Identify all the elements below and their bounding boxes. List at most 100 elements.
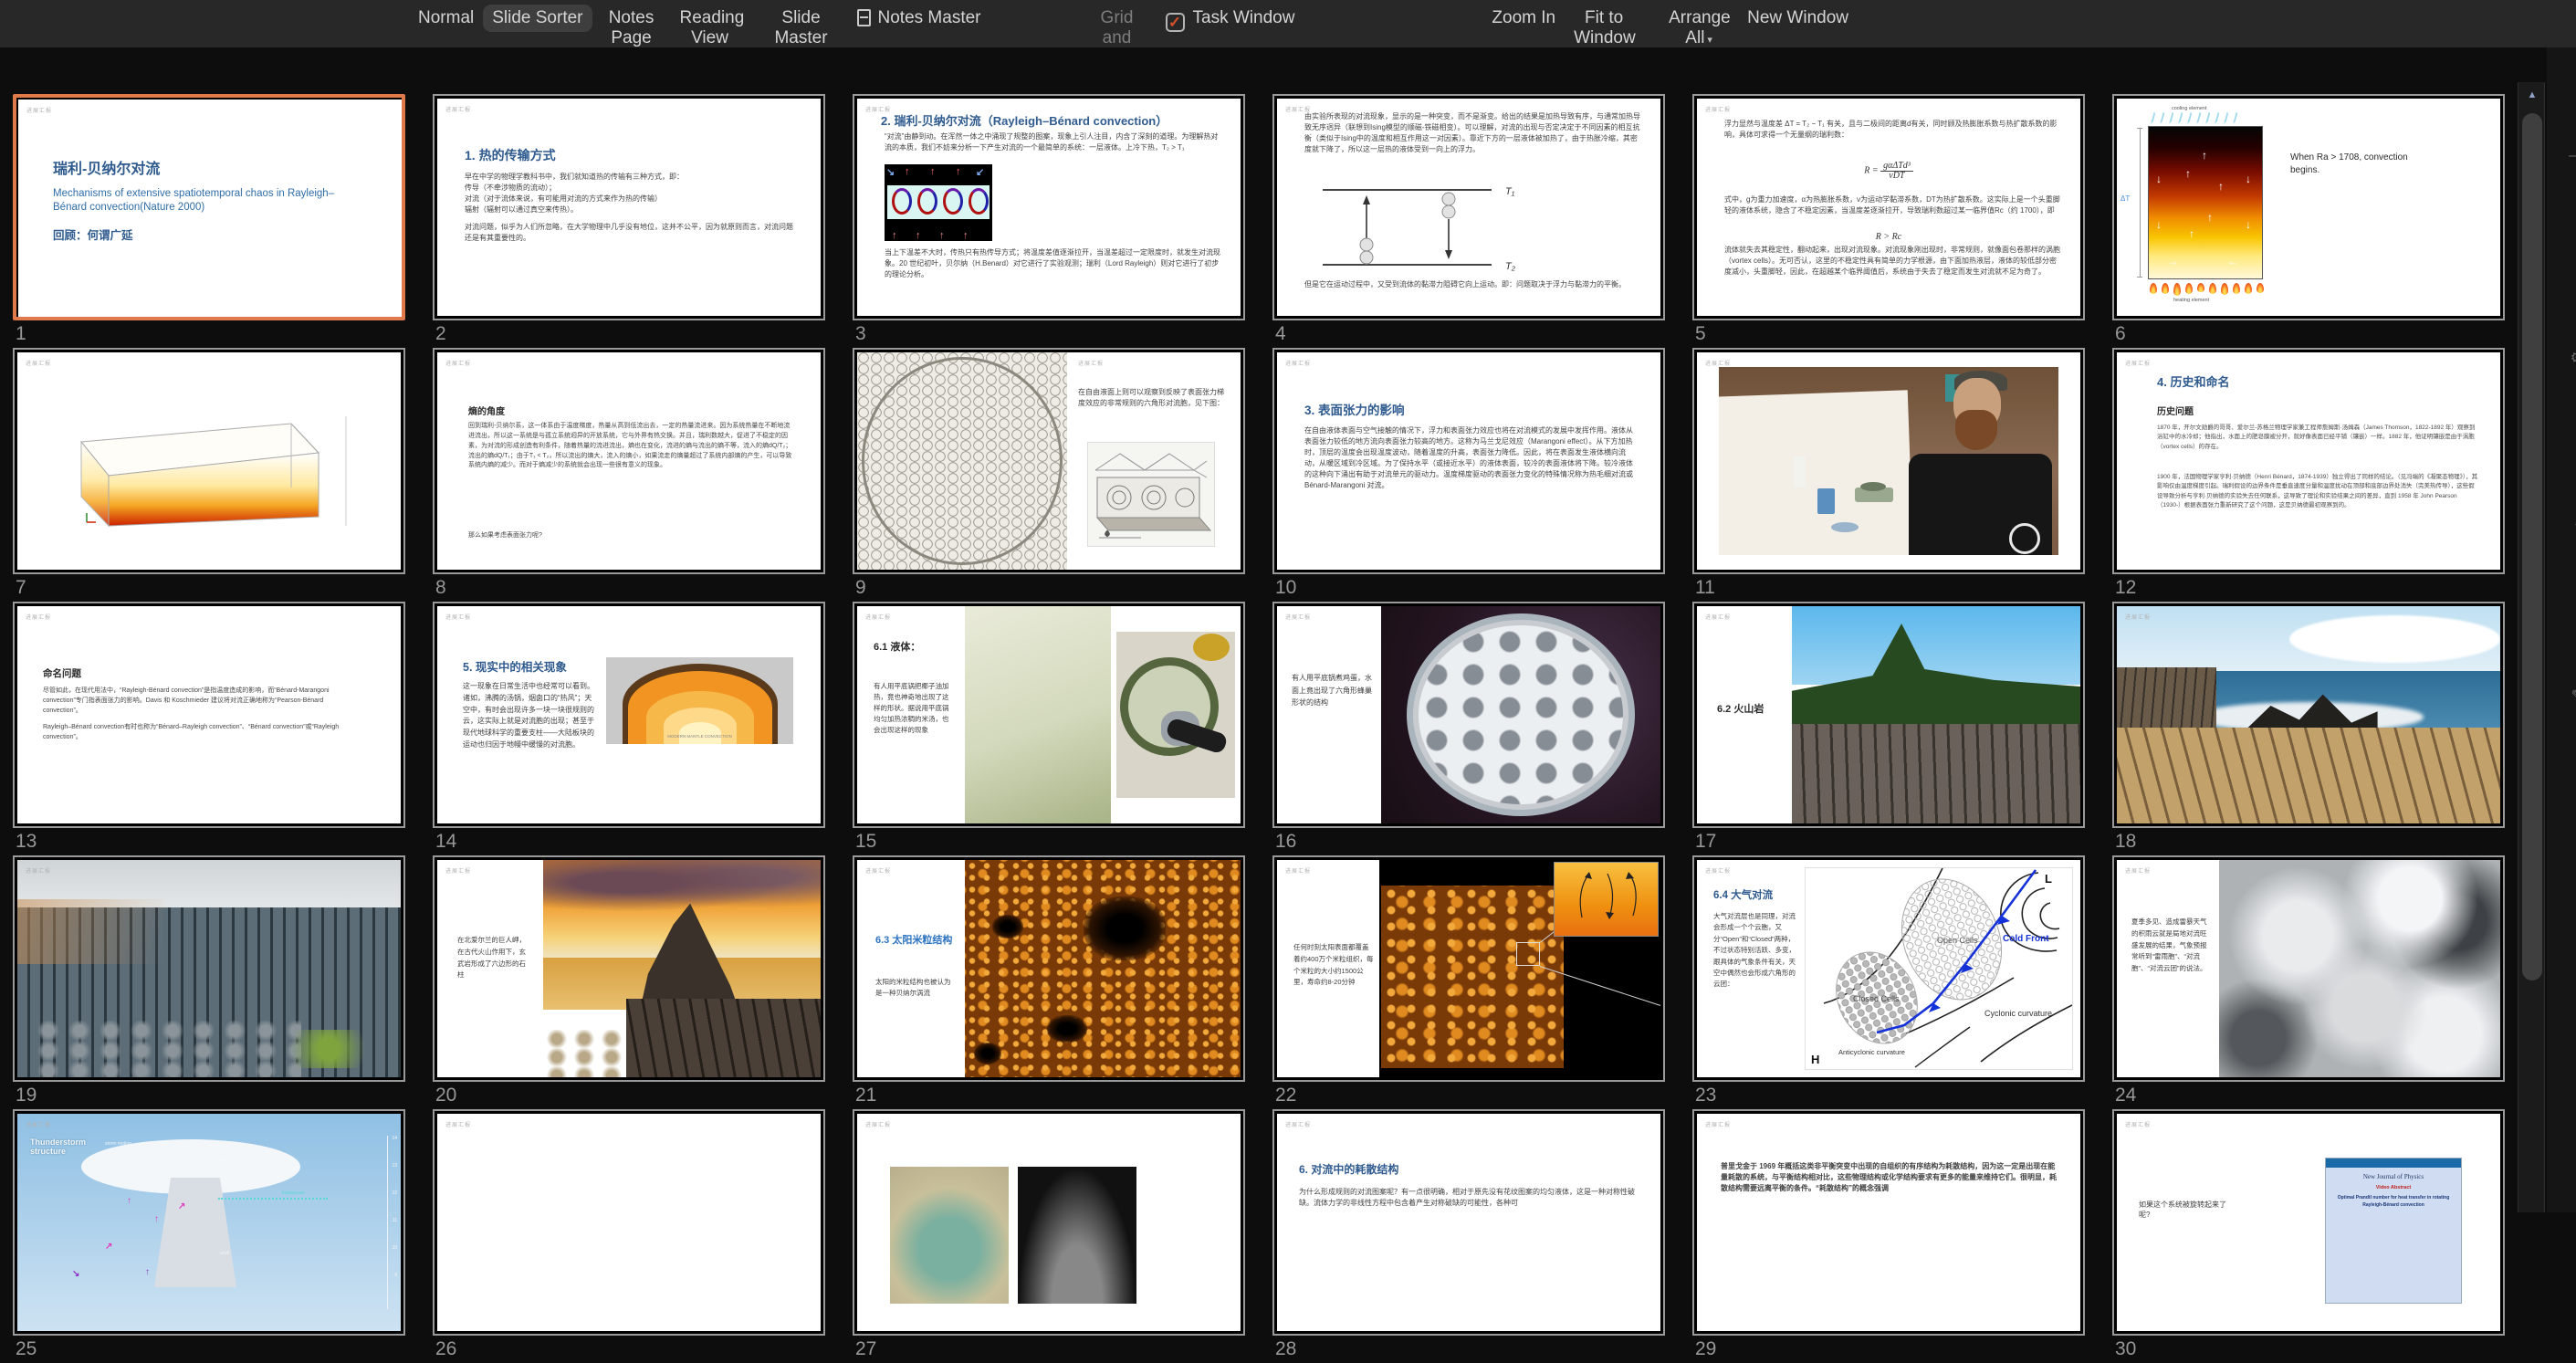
slide-thumbnail-8[interactable]: 进展汇报 熵的角度 回到瑞利-贝纳尔系，这一体系由于温度梯度，热量从高到低流出去… xyxy=(433,348,825,574)
slide-thumbnail-18[interactable]: 进展汇报 xyxy=(2112,602,2505,828)
tropopause-line xyxy=(218,1198,328,1200)
overshooting-top-label: overshooting top xyxy=(200,1154,234,1159)
slide-thumbnail-22[interactable]: 进展汇报 任何时刻太阳表面都覆盖着约400万个米粒组织，每个米粒的大小约1500… xyxy=(1272,855,1665,1082)
slide-cell-4: 进展汇报 由实验所表现的对流现象，显示的是一种突变，而不是渐变。给出的结果是加热… xyxy=(1272,94,1665,348)
notes-master-icon xyxy=(857,9,871,26)
arrange-all-label: Arrange All xyxy=(1669,8,1731,47)
svg-text:L: L xyxy=(2045,872,2052,886)
slide-number: 14 xyxy=(435,831,825,853)
slide-header: 进展汇报 xyxy=(1285,866,1311,875)
boiling-pot-photo xyxy=(1381,606,1660,823)
slide-thumbnail-10[interactable]: 进展汇报 3. 表面张力的影响 在自由液体表面与空气接触的情况下，浮力和表面张力… xyxy=(1272,348,1665,574)
slide-thumbnail-13[interactable]: 进展汇报 命名问题 尽管如此，在现代用法中，“Rayleigh-Bénard c… xyxy=(13,602,405,828)
slide-thumbnail-12[interactable]: 进展汇报 4. 历史和命名 历史问题 1870 年，开尔文勋爵的哥哥、爱尔兰-苏… xyxy=(2112,348,2505,574)
view-reading-view-button[interactable]: Reading View xyxy=(671,5,749,53)
slide-canvas: 进展汇报 6. 对流中的耗散结构 为什么形成规则的对流图案呢？有一点很明确，相对… xyxy=(1277,1114,1660,1331)
slide-thumbnail-9[interactable]: 进展汇报 在自由液面上则可以观察到反映了表面张力梯度效应的非常规则的六角形对流胞… xyxy=(853,348,1245,574)
slide-canvas: 进展汇报 xyxy=(17,860,401,1077)
sunspot xyxy=(1084,896,1166,960)
slide-number: 6 xyxy=(2115,323,2505,345)
title: 6. 对流中的耗散结构 xyxy=(1299,1161,1398,1177)
slide-thumbnail-28[interactable]: 进展汇报 6. 对流中的耗散结构 为什么形成规则的对流图案呢？有一点很明确，相对… xyxy=(1272,1109,1665,1336)
slide-number: 23 xyxy=(1695,1085,2085,1106)
slide-canvas: 进展汇报 1. 热的传输方式 早在中学的物理学教科书中，我们就知道热的传输有三种… xyxy=(437,99,821,316)
diagram-title: Thunderstorm structure xyxy=(30,1138,94,1156)
task-window-checkbox[interactable]: ✓ xyxy=(1166,13,1185,32)
slide-thumbnail-26[interactable]: 进展汇报 xyxy=(433,1109,825,1336)
up-arrow: ↑ xyxy=(963,230,969,241)
flow-arrow: ↓ xyxy=(2156,173,2162,185)
slide-thumbnail-24[interactable]: 进展汇报 夏季多见、造成雷暴天气的积雨云就是局地对流旺盛发展的结果，气象预报常听… xyxy=(2112,855,2505,1082)
slide-thumbnail-25[interactable]: 进展汇报 Thunderstorm structure storm motion… xyxy=(13,1109,405,1336)
vertical-scrollbar[interactable]: ▲ xyxy=(2518,82,2545,1212)
view-notes-page-button[interactable]: Notes Page xyxy=(592,5,671,53)
slide-thumbnail-4[interactable]: 进展汇报 由实验所表现的对流现象，显示的是一种突变，而不是渐变。给出的结果是加热… xyxy=(1272,94,1665,320)
scrollbar-thumb[interactable] xyxy=(2522,113,2542,980)
title: 6.3 太阳米粒结构 xyxy=(875,935,958,948)
slide-thumbnail-23[interactable]: 进展汇报 6.4 大气对流 大气对流层也是同理，对流会形成一个个云胞，又分“Op… xyxy=(1692,855,2085,1082)
zoom-in-button[interactable]: Zoom In xyxy=(1482,5,1565,32)
slide-number: 30 xyxy=(2115,1338,2505,1360)
marangoni-schematic-image xyxy=(1087,442,1215,547)
slide-number: 12 xyxy=(2115,577,2505,599)
slide-thumbnail-17[interactable]: 进展汇报 6.2 火山岩 xyxy=(1692,602,2085,828)
slide-thumbnail-21[interactable]: 进展汇报 6.3 太阳米粒结构 太阳的米粒结构也被认为是一种贝纳尔涡流 xyxy=(853,855,1245,1082)
slide-canvas: 进展汇报 6.3 太阳米粒结构 太阳的米粒结构也被认为是一种贝纳尔涡流 xyxy=(857,860,1241,1077)
slide-thumbnail-1[interactable]: 进展汇报 瑞利-贝纳尔对流 Mechanisms of extensive sp… xyxy=(13,94,405,320)
slide-thumbnail-19[interactable]: 进展汇报 xyxy=(13,855,405,1082)
view-slide-sorter-button[interactable]: Slide Sorter xyxy=(483,5,592,32)
svg-text:Anticyclonic curvature: Anticyclonic curvature xyxy=(1838,1048,1905,1056)
slide-number: 28 xyxy=(1275,1338,1665,1360)
slide-thumbnail-30[interactable]: 进展汇报 如果这个系统被旋转起来了呢? New Journal of Physi… xyxy=(2112,1109,2505,1336)
slide-canvas: 进展汇报 夏季多见、造成雷暴天气的积雨云就是局地对流旺盛发展的结果，气象预报常听… xyxy=(2117,860,2500,1077)
view-normal-button[interactable]: Normal xyxy=(409,5,483,32)
slide-canvas: 进展汇报 5. 现实中的相关现象 这一现象在日常生活中也经常可以看到。诸如，沸腾… xyxy=(437,606,821,823)
slide-cell-7: 进展汇报 7 xyxy=(13,348,405,602)
jar-photo xyxy=(1116,632,1235,798)
cell-photo-grey xyxy=(1018,1167,1136,1304)
slide-canvas: 进展汇报 3. 表面张力的影响 在自由液体表面与空气接触的情况下，浮力和表面张力… xyxy=(1277,352,1660,570)
slide-canvas: 进展汇报 xyxy=(857,1114,1241,1331)
flow-arrow: ↓ xyxy=(2156,218,2162,231)
slide-cell-3: 进展汇报 2. 瑞利-贝纳尔对流（Rayleigh–Bénard convect… xyxy=(853,94,1245,348)
slide-thumbnail-14[interactable]: 进展汇报 5. 现实中的相关现象 这一现象在日常生活中也经常可以看到。诸如，沸腾… xyxy=(433,602,825,828)
slide-thumbnail-20[interactable]: 进展汇报 在北爱尔兰的巨人岬，在古代火山作用下，玄武岩形成了六边形的石柱 xyxy=(433,855,825,1082)
up-arrow: ↑ xyxy=(916,230,921,241)
critical-condition-formula: R > Rc xyxy=(1697,232,2080,242)
slide-thumbnail-15[interactable]: 进展汇报 6.1 液体： 有人用平底锅把椰子油加热，竟也神奇地出现了这样的形状。… xyxy=(853,602,1245,828)
slide-thumbnail-7[interactable]: 进展汇报 xyxy=(13,348,405,574)
slide-thumbnail-11[interactable]: 进展汇报 xyxy=(1692,348,2085,574)
slide-thumbnail-27[interactable]: 进展汇报 xyxy=(853,1109,1245,1336)
slide-number: 2 xyxy=(435,323,825,345)
slide-number: 13 xyxy=(16,831,405,853)
basalt-columns xyxy=(626,999,821,1077)
arrange-all-button[interactable]: Arrange All▾ xyxy=(1660,5,1738,53)
slide-canvas: 进展汇报 在北爱尔兰的巨人岬，在古代火山作用下，玄武岩形成了六边形的石柱 xyxy=(437,860,821,1077)
slide-number: 3 xyxy=(855,323,1245,345)
slide-canvas: 进展汇报 6.4 大气对流 大气对流层也是同理，对流会形成一个个云胞，又分“Op… xyxy=(1697,860,2080,1077)
slide-thumbnail-6[interactable]: cooling element ΔT ↑ ↑ ↑ ↓ ↓ ↓ ↓ ↑ ↑ → ← xyxy=(2112,94,2505,320)
slide-number: 22 xyxy=(1275,1085,1665,1106)
slide-header: 进展汇报 xyxy=(1285,1120,1311,1128)
view-notes-master-button[interactable]: Notes Master xyxy=(848,5,990,32)
new-window-button[interactable]: New Window xyxy=(1738,5,1858,32)
slide-thumbnail-3[interactable]: 进展汇报 2. 瑞利-贝纳尔对流（Rayleigh–Bénard convect… xyxy=(853,94,1245,320)
bottle xyxy=(1794,456,1806,488)
convection-roll xyxy=(917,188,937,215)
slide-thumbnail-29[interactable]: 进展汇报 普里戈金于 1969 年概括这类非平衡突变中出现的自组织的有序结构为耗… xyxy=(1692,1109,2085,1336)
cooling-element-label: cooling element xyxy=(2172,106,2207,111)
scroll-up-arrow[interactable]: ▲ xyxy=(2518,89,2546,100)
notes-master-label: Notes Master xyxy=(878,8,981,27)
body-text: 在自由液面上则可以观察到反映了表面张力梯度效应的非常规则的六角形对流胞，见下图： xyxy=(1078,387,1224,409)
body-text: 1900 年，法国物理学家亨利·贝纳德（Henri Bénard，1874-19… xyxy=(2157,473,2478,511)
fit-to-window-button[interactable]: Fit to Window xyxy=(1565,5,1643,53)
slide-thumbnail-5[interactable]: 进展汇报 浮力显然与温度差 ΔT = T₂ − T₁ 有关，且与二极间的距离d有… xyxy=(1692,94,2085,320)
slide-thumbnail-16[interactable]: 进展汇报 有人用平底锅煮鸡蛋，水面上竟出现了六角形蜂巢形状的结构 xyxy=(1272,602,1665,828)
view-slide-master-button[interactable]: Slide Master xyxy=(762,5,841,53)
task-window-toggle[interactable]: ✓Task Window xyxy=(1157,5,1304,36)
body-text: 式中，g为重力加速度，α为热膨胀系数，ν为运动学黏滞系数，DT为热扩散系数。这实… xyxy=(1724,194,2060,216)
slide-header: 进展汇报 xyxy=(865,866,891,875)
slide-header: 进展汇报 xyxy=(445,866,471,875)
slide-thumbnail-2[interactable]: 进展汇报 1. 热的传输方式 早在中学的物理学教科书中，我们就知道热的传输有三种… xyxy=(433,94,825,320)
updraft-arrow: ↗ xyxy=(105,1242,112,1252)
